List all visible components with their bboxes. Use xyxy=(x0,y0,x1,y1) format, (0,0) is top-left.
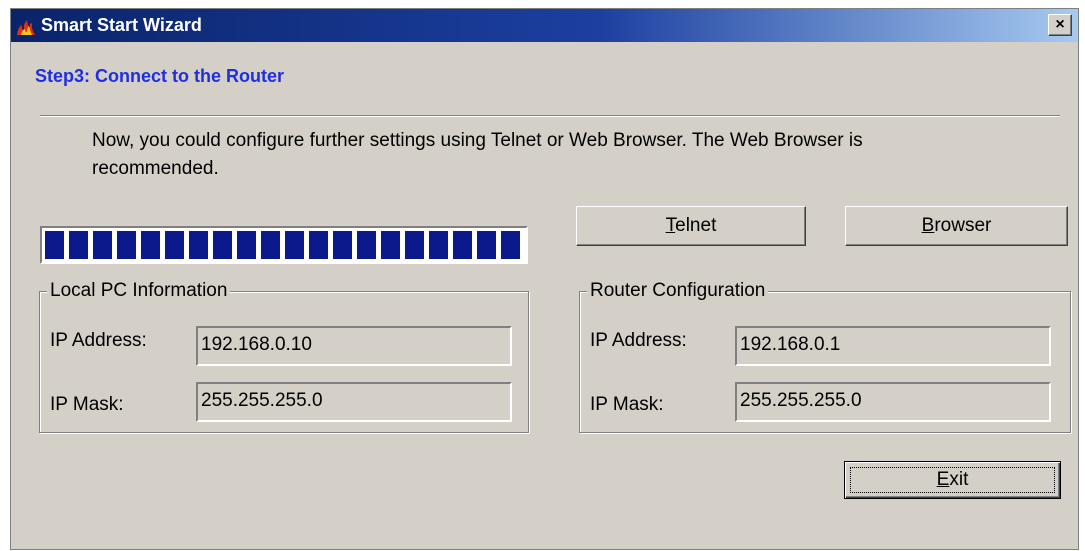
browser-button[interactable]: Browser xyxy=(845,206,1068,246)
progress-fill xyxy=(45,231,523,259)
close-icon: × xyxy=(1055,16,1065,33)
router-mask-label: IP Mask: xyxy=(590,394,664,415)
step-title: Step3: Connect to the Router xyxy=(35,66,285,86)
wizard-window: Smart Start Wizard × Step3: Connect to t… xyxy=(10,8,1079,550)
progress-bar xyxy=(40,226,528,264)
local-pc-group: Local PC Information IP Address: 192.168… xyxy=(39,279,529,433)
close-button[interactable]: × xyxy=(1048,14,1072,36)
title-bar[interactable]: Smart Start Wizard × xyxy=(11,9,1078,42)
local-ip-field[interactable]: 192.168.0.10 xyxy=(196,326,512,366)
instructions-text: Now, you could configure further setting… xyxy=(92,130,863,179)
local-mask-label: IP Mask: xyxy=(50,394,124,415)
router-ip-label: IP Address: xyxy=(590,330,687,351)
window-title: Smart Start Wizard xyxy=(41,15,202,35)
router-ip-field[interactable]: 192.168.0.1 xyxy=(735,326,1051,366)
router-config-group: Router Configuration IP Address: 192.168… xyxy=(579,279,1071,433)
flame-icon xyxy=(17,20,35,35)
telnet-button[interactable]: Telnet xyxy=(576,206,806,246)
local-ip-label: IP Address: xyxy=(50,330,147,351)
exit-button[interactable]: Exit xyxy=(844,461,1061,499)
telnet-button-label: Telnet xyxy=(665,215,717,236)
router-mask-field[interactable]: 255.255.255.0 xyxy=(735,382,1051,422)
router-config-legend: Router Configuration xyxy=(587,279,769,303)
local-pc-legend: Local PC Information xyxy=(47,279,231,303)
focus-rectangle xyxy=(850,467,1055,493)
local-mask-field[interactable]: 255.255.255.0 xyxy=(196,382,512,422)
divider xyxy=(40,115,1060,117)
browser-button-label: Browser xyxy=(921,215,992,236)
